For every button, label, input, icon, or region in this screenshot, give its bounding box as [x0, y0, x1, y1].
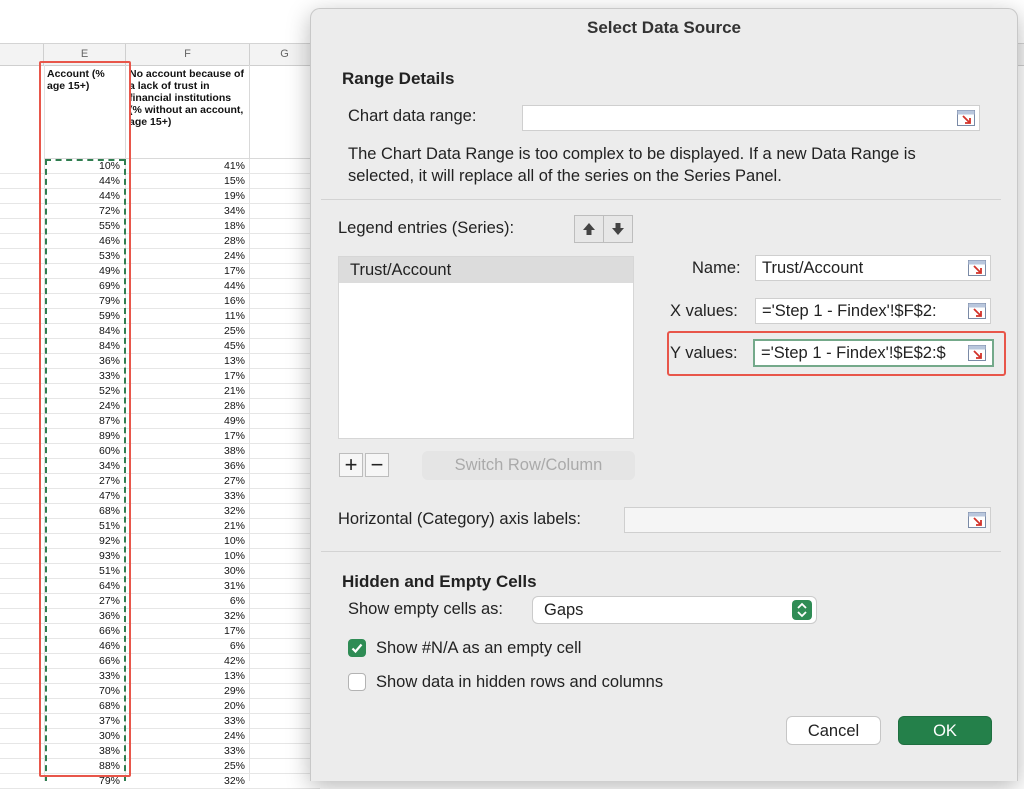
- cell-no-account-trust[interactable]: 32%: [126, 609, 248, 624]
- cell-no-account-trust[interactable]: 41%: [126, 159, 248, 174]
- axis-labels-picker-icon[interactable]: [968, 512, 986, 528]
- show-empty-cells-value: Gaps: [544, 601, 584, 619]
- add-series-button[interactable]: +: [339, 453, 363, 477]
- cell-no-account-trust[interactable]: 42%: [126, 654, 248, 669]
- move-series-down-button[interactable]: [603, 215, 633, 243]
- cell-no-account-trust[interactable]: 27%: [126, 474, 248, 489]
- cell-no-account-trust[interactable]: 30%: [126, 564, 248, 579]
- stepper-arrows-icon: [792, 600, 812, 620]
- legend-entries-label: Legend entries (Series):: [338, 219, 515, 237]
- horizontal-axis-labels-field[interactable]: [624, 507, 991, 533]
- checkmark-icon: [351, 643, 363, 654]
- chart-data-range-field[interactable]: [522, 105, 980, 131]
- cell-no-account-trust[interactable]: 17%: [126, 369, 248, 384]
- show-empty-cells-label: Show empty cells as:: [348, 600, 503, 618]
- cell-no-account-trust[interactable]: 38%: [126, 444, 248, 459]
- cell-no-account-trust[interactable]: 21%: [126, 519, 248, 534]
- show-empty-cells-select[interactable]: Gaps: [532, 596, 817, 624]
- dialog-title: Select Data Source: [586, 18, 741, 37]
- y-values-picker-icon[interactable]: [968, 345, 986, 361]
- y-values-field[interactable]: ='Step 1 - Findex'!$E$2:$: [753, 339, 994, 367]
- cell-no-account-trust[interactable]: 25%: [126, 324, 248, 339]
- x-values-label: X values:: [670, 302, 738, 320]
- cell-no-account-trust[interactable]: 34%: [126, 204, 248, 219]
- cell-no-account-trust[interactable]: 49%: [126, 414, 248, 429]
- cell-no-account-trust[interactable]: 45%: [126, 339, 248, 354]
- arrow-down-icon: [612, 223, 624, 235]
- show-na-label[interactable]: Show #N/A as an empty cell: [376, 639, 581, 658]
- cell-no-account-trust[interactable]: 17%: [126, 624, 248, 639]
- show-na-checkbox[interactable]: [348, 639, 366, 657]
- name-picker-icon[interactable]: [968, 260, 986, 276]
- series-name-field[interactable]: Trust/Account: [755, 255, 991, 281]
- switch-row-column-button[interactable]: Switch Row/Column: [422, 451, 635, 480]
- column-header-d[interactable]: [0, 44, 44, 65]
- y-values-label: Y values:: [670, 344, 738, 362]
- hidden-empty-cells-title: Hidden and Empty Cells: [342, 572, 537, 591]
- cell-no-account-trust[interactable]: 44%: [126, 279, 248, 294]
- column-e-highlight: [39, 61, 131, 777]
- cell-no-account-trust[interactable]: 13%: [126, 354, 248, 369]
- arrow-up-icon: [583, 223, 595, 235]
- cell-no-account-trust[interactable]: 28%: [126, 399, 248, 414]
- ok-button[interactable]: OK: [898, 716, 992, 745]
- x-values-picker-icon[interactable]: [968, 303, 986, 319]
- cell-no-account-trust[interactable]: 17%: [126, 429, 248, 444]
- cell-no-account-trust[interactable]: 36%: [126, 459, 248, 474]
- series-item-trust-account[interactable]: Trust/Account: [339, 257, 633, 283]
- move-series-up-button[interactable]: [574, 215, 604, 243]
- cell-no-account-trust[interactable]: 21%: [126, 384, 248, 399]
- cell-no-account-trust[interactable]: 10%: [126, 534, 248, 549]
- cell-no-account-trust[interactable]: 31%: [126, 579, 248, 594]
- column-header-f[interactable]: F: [126, 44, 250, 65]
- cell-no-account-trust[interactable]: 24%: [126, 249, 248, 264]
- cell-no-account-trust[interactable]: 33%: [126, 714, 248, 729]
- series-list[interactable]: Trust/Account: [338, 256, 634, 439]
- cell-no-account-trust[interactable]: 15%: [126, 174, 248, 189]
- cell-no-account-trust[interactable]: 19%: [126, 189, 248, 204]
- cell-no-account-trust[interactable]: 28%: [126, 234, 248, 249]
- name-label: Name:: [692, 259, 741, 277]
- cell-no-account-trust[interactable]: 6%: [126, 639, 248, 654]
- cell-no-account-trust[interactable]: 18%: [126, 219, 248, 234]
- cell-no-account-trust[interactable]: 32%: [126, 774, 248, 789]
- cell-no-account-trust[interactable]: 33%: [126, 489, 248, 504]
- chart-data-range-label: Chart data range:: [348, 107, 477, 125]
- cell-no-account-trust[interactable]: 33%: [126, 744, 248, 759]
- cell-no-account-trust[interactable]: 6%: [126, 594, 248, 609]
- range-details-title: Range Details: [342, 69, 455, 88]
- cell-no-account-trust[interactable]: 20%: [126, 699, 248, 714]
- separator: [321, 551, 1001, 552]
- cell-no-account-trust[interactable]: 10%: [126, 549, 248, 564]
- cell-no-account-trust[interactable]: 11%: [126, 309, 248, 324]
- cancel-button[interactable]: Cancel: [786, 716, 881, 745]
- cell-no-account-trust[interactable]: 32%: [126, 504, 248, 519]
- horizontal-axis-labels-label: Horizontal (Category) axis labels:: [338, 510, 582, 528]
- cell-no-account-trust[interactable]: 13%: [126, 669, 248, 684]
- cell-no-account-trust[interactable]: 16%: [126, 294, 248, 309]
- cell-no-account-trust[interactable]: 17%: [126, 264, 248, 279]
- range-message: The Chart Data Range is too complex to b…: [348, 145, 916, 185]
- x-values-field[interactable]: ='Step 1 - Findex'!$F$2:: [755, 298, 991, 324]
- separator: [321, 199, 1001, 200]
- remove-series-button[interactable]: −: [365, 453, 389, 477]
- range-picker-icon[interactable]: [957, 110, 975, 126]
- cell-no-account-trust[interactable]: 29%: [126, 684, 248, 699]
- select-data-source-dialog: Select Data Source Range Details Chart d…: [310, 8, 1018, 781]
- show-hidden-data-label[interactable]: Show data in hidden rows and columns: [376, 673, 663, 692]
- cell-no-account-trust[interactable]: 24%: [126, 729, 248, 744]
- show-hidden-data-checkbox[interactable]: [348, 673, 366, 691]
- cell-no-account-trust[interactable]: 25%: [126, 759, 248, 774]
- header-cell-no-account-trust[interactable]: No account because of a lack of trust in…: [126, 65, 250, 159]
